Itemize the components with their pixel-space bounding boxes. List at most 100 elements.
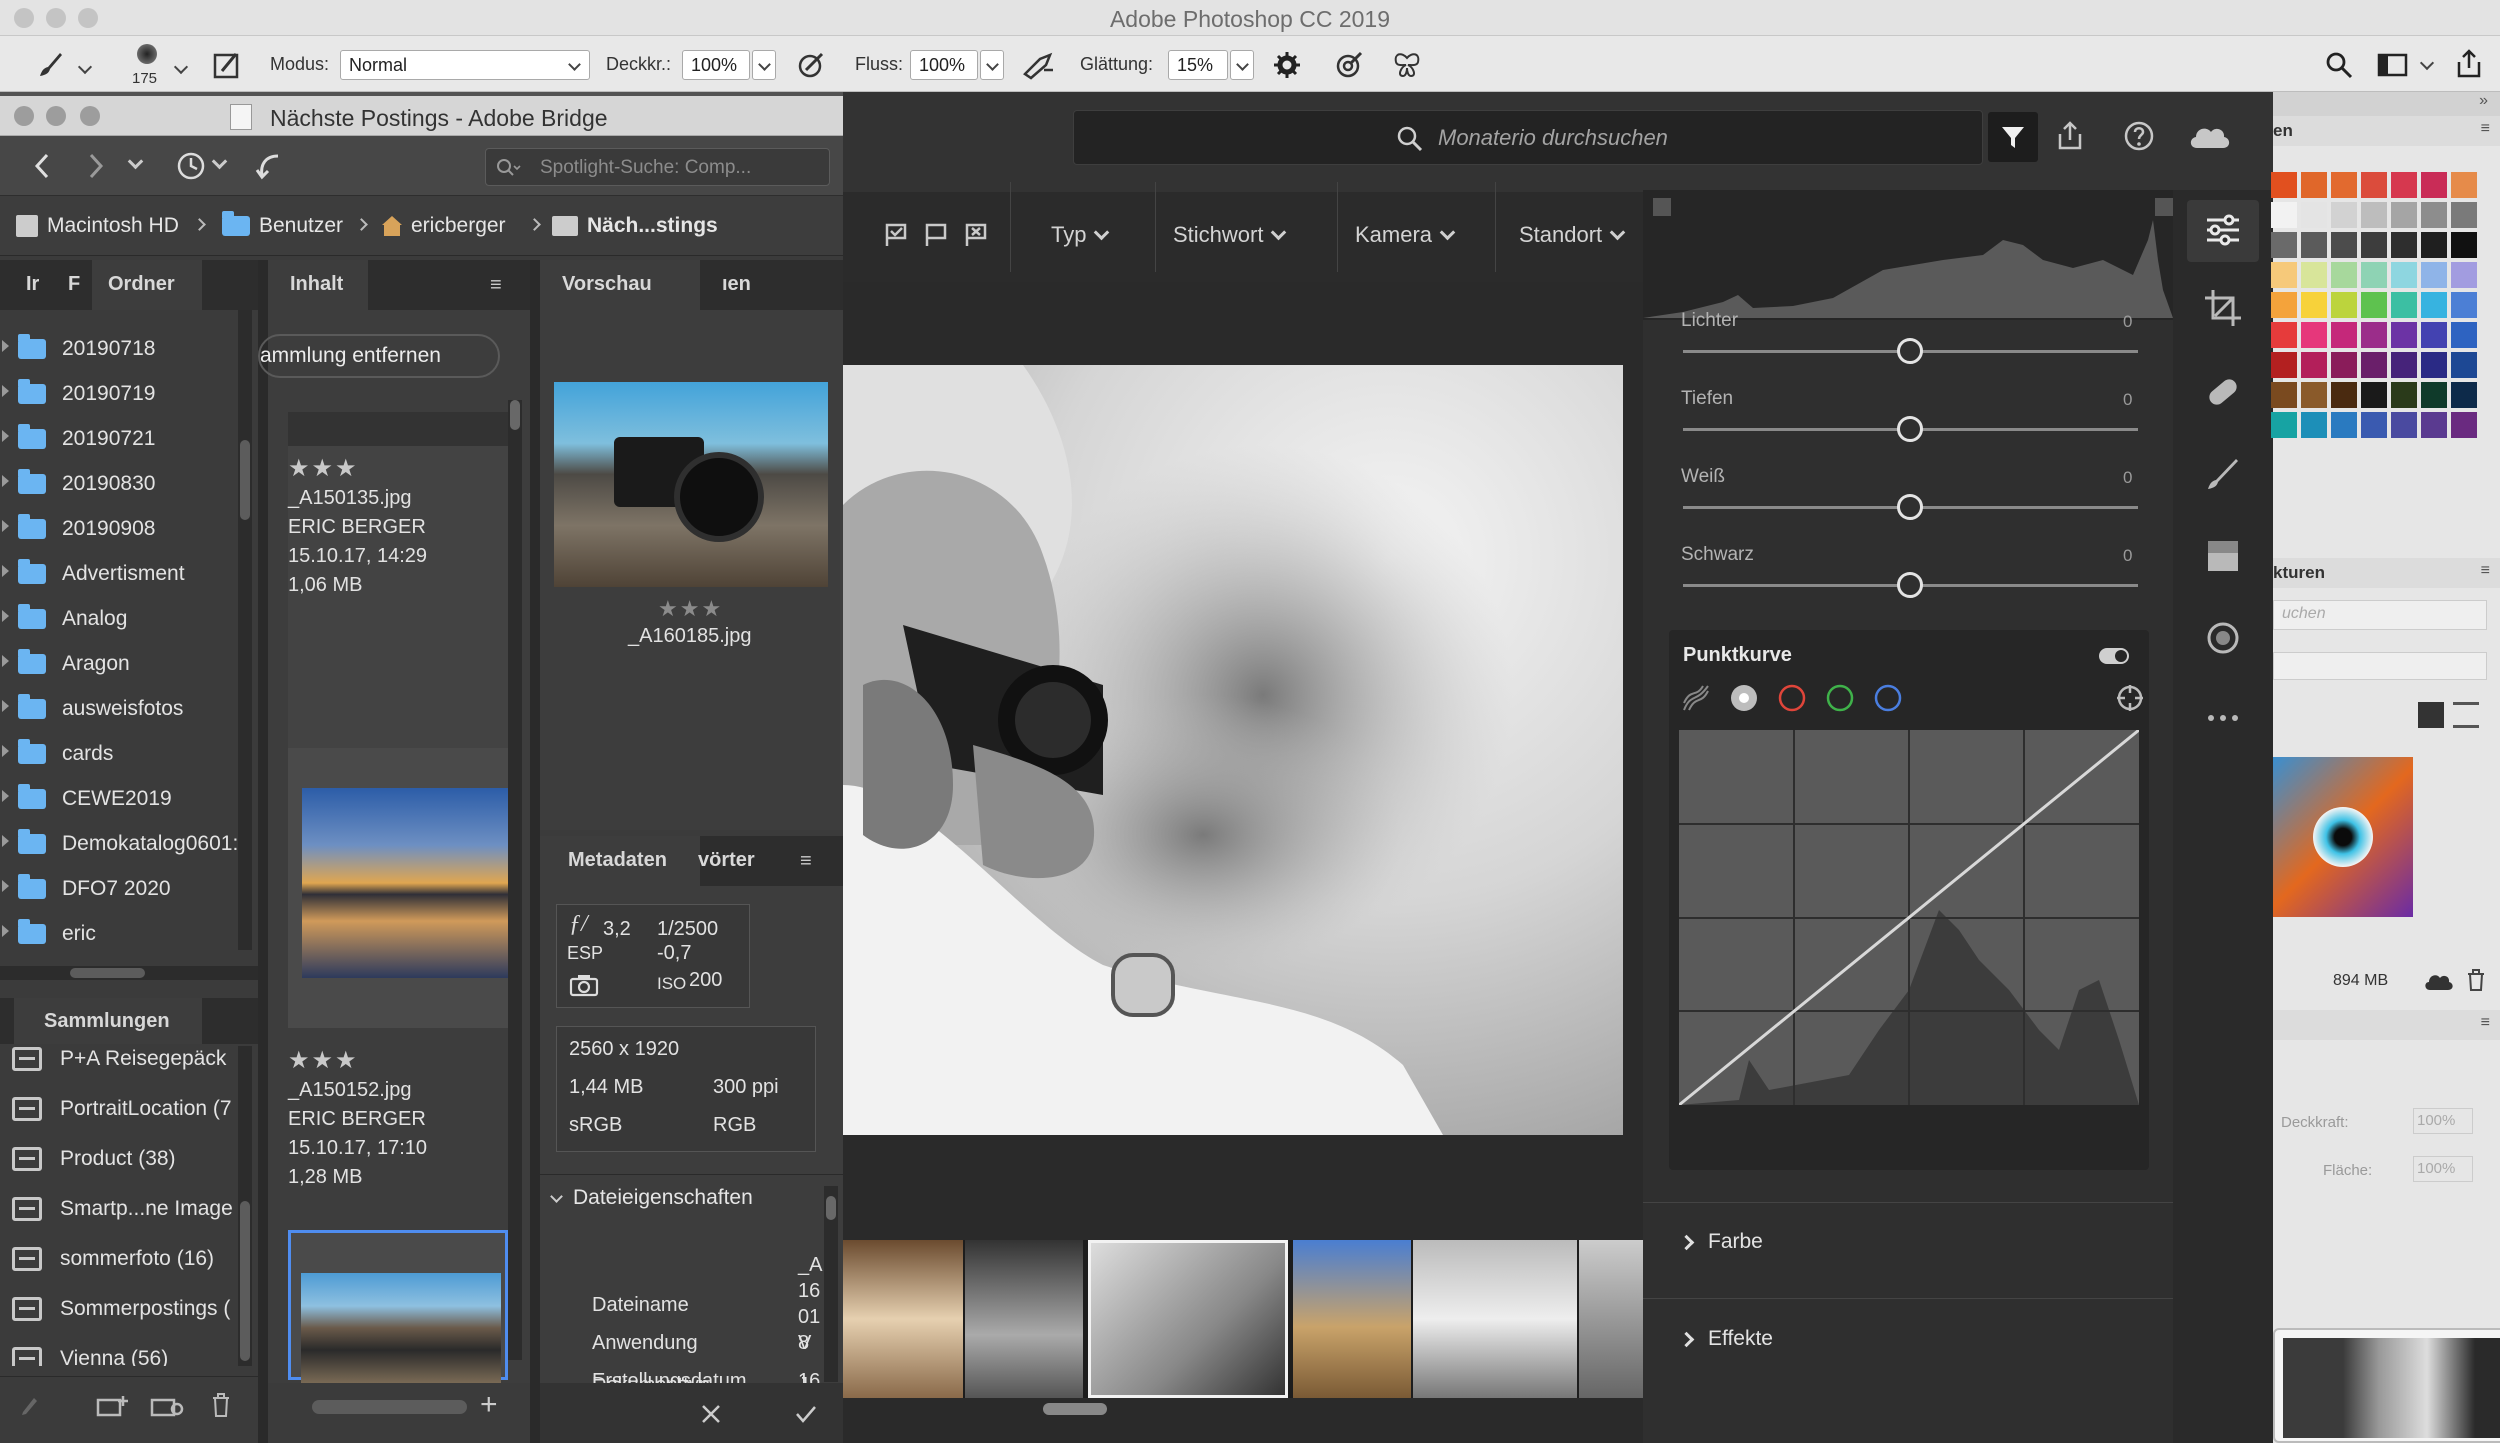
symmetry-butterfly-icon[interactable] bbox=[1392, 50, 1422, 80]
color-swatch[interactable] bbox=[2331, 202, 2357, 228]
back-arrow-icon[interactable] bbox=[32, 152, 52, 180]
color-swatch[interactable] bbox=[2451, 352, 2477, 378]
color-swatch[interactable] bbox=[2301, 322, 2327, 348]
folder-item[interactable]: 20190718 bbox=[0, 326, 240, 371]
disclosure-triangle-icon[interactable] bbox=[2, 880, 9, 892]
color-swatch[interactable] bbox=[2451, 232, 2477, 258]
disclosure-triangle-icon[interactable] bbox=[2, 700, 9, 712]
color-swatch[interactable] bbox=[2331, 382, 2357, 408]
thumbnail-size-slider[interactable] bbox=[312, 1400, 467, 1414]
tab-collections[interactable]: Sammlungen bbox=[14, 998, 202, 1044]
history-clock-icon[interactable] bbox=[174, 150, 208, 182]
chevron-down-icon[interactable] bbox=[211, 153, 228, 170]
edit-sliders-icon[interactable] bbox=[2203, 210, 2243, 250]
disclosure-triangle-icon[interactable] bbox=[2, 340, 9, 352]
color-swatch[interactable] bbox=[2301, 232, 2327, 258]
metadata-scrollbar[interactable] bbox=[824, 1186, 838, 1382]
color-swatch[interactable] bbox=[2361, 382, 2387, 408]
preview-image[interactable] bbox=[554, 382, 828, 587]
curve-blue-channel-icon[interactable] bbox=[1873, 683, 1903, 713]
color-swatch[interactable] bbox=[2361, 292, 2387, 318]
forward-arrow-icon[interactable] bbox=[86, 152, 106, 180]
slider-shadows-knob[interactable] bbox=[1897, 416, 1923, 442]
content-item-selected[interactable] bbox=[288, 1230, 508, 1383]
folder-item[interactable]: 20190908 bbox=[0, 506, 240, 551]
disclosure-triangle-icon[interactable] bbox=[2, 520, 9, 532]
trash-icon[interactable] bbox=[210, 1392, 232, 1418]
crop-icon[interactable] bbox=[2203, 288, 2243, 328]
disclosure-triangle-icon[interactable] bbox=[2, 745, 9, 757]
chevron-down-icon[interactable] bbox=[127, 153, 144, 170]
trash-icon[interactable] bbox=[2465, 968, 2487, 992]
preview-rating-stars[interactable]: ★★★ bbox=[658, 596, 723, 622]
panel-menu-icon[interactable]: ≡ bbox=[2481, 562, 2490, 580]
tab-favorites[interactable]: Ir bbox=[14, 260, 44, 310]
folder-item[interactable]: Demokatalog0601: bbox=[0, 821, 240, 866]
cancel-icon[interactable] bbox=[700, 1403, 722, 1425]
collection-item[interactable]: Vienna (56) bbox=[0, 1334, 240, 1366]
add-icon[interactable]: + bbox=[480, 1390, 498, 1420]
pressure-size-icon[interactable] bbox=[1334, 50, 1364, 80]
tab-folders[interactable]: Ordner bbox=[92, 260, 202, 310]
filter-camera-dropdown[interactable]: Kamera bbox=[1355, 222, 1456, 248]
color-swatch[interactable] bbox=[2451, 382, 2477, 408]
new-collection-settings-icon[interactable] bbox=[150, 1394, 184, 1418]
color-swatch[interactable] bbox=[2301, 262, 2327, 288]
color-swatch[interactable] bbox=[2421, 382, 2447, 408]
rating-stars[interactable]: ★★★ bbox=[288, 454, 359, 483]
color-swatch[interactable] bbox=[2451, 262, 2477, 288]
content-item-thumb-card[interactable] bbox=[288, 748, 508, 1028]
search-icon[interactable] bbox=[2324, 50, 2354, 80]
tool-preset-chevron-icon[interactable] bbox=[77, 59, 93, 75]
color-swatch[interactable] bbox=[2331, 172, 2357, 198]
color-swatch[interactable] bbox=[2271, 412, 2297, 438]
color-swatch[interactable] bbox=[2361, 352, 2387, 378]
textures-tab[interactable]: kturen bbox=[2273, 563, 2325, 583]
filter-type-dropdown[interactable]: Typ bbox=[1051, 222, 1110, 248]
color-swatch[interactable] bbox=[2451, 202, 2477, 228]
folder-item[interactable]: Analog bbox=[0, 596, 240, 641]
folder-hscrollbar[interactable] bbox=[0, 966, 258, 980]
layer-fill-input[interactable]: 100% bbox=[2413, 1156, 2473, 1182]
color-swatch[interactable] bbox=[2271, 382, 2297, 408]
section-effects[interactable]: Effekte bbox=[1678, 1327, 1773, 1351]
file-properties-header[interactable]: Dateieigenschaften bbox=[550, 1186, 753, 1210]
color-swatch[interactable] bbox=[2331, 412, 2357, 438]
color-swatch[interactable] bbox=[2421, 202, 2447, 228]
radial-gradient-icon[interactable] bbox=[2203, 618, 2243, 658]
color-swatch[interactable] bbox=[2361, 232, 2387, 258]
color-swatch[interactable] bbox=[2361, 202, 2387, 228]
folder-item[interactable]: 20190719 bbox=[0, 371, 240, 416]
shadow-clipping-icon[interactable] bbox=[1653, 198, 1671, 216]
curve-rgb-channel-icon[interactable] bbox=[1729, 683, 1759, 713]
swatches-tab[interactable]: en bbox=[2273, 121, 2293, 141]
color-swatch[interactable] bbox=[2391, 322, 2417, 348]
color-swatch[interactable] bbox=[2361, 322, 2387, 348]
apply-check-icon[interactable] bbox=[794, 1403, 818, 1425]
color-swatch[interactable] bbox=[2301, 172, 2327, 198]
folder-item[interactable]: 20190721 bbox=[0, 416, 240, 461]
tab-preview[interactable]: Vorschau bbox=[540, 260, 700, 310]
collection-item[interactable]: sommerfoto (16) bbox=[0, 1234, 240, 1284]
disclosure-triangle-icon[interactable] bbox=[2, 565, 9, 577]
color-swatch[interactable] bbox=[2421, 262, 2447, 288]
color-swatch[interactable] bbox=[2451, 292, 2477, 318]
zoom-window-button[interactable] bbox=[80, 106, 100, 126]
linear-gradient-icon[interactable] bbox=[2203, 536, 2243, 576]
target-adjust-icon[interactable] bbox=[2115, 683, 2145, 713]
color-swatch[interactable] bbox=[2391, 412, 2417, 438]
color-swatch[interactable] bbox=[2421, 322, 2447, 348]
remove-from-collection-button[interactable]: ammlung entfernen bbox=[258, 334, 500, 378]
disclosure-triangle-icon[interactable] bbox=[2, 610, 9, 622]
color-swatch[interactable] bbox=[2391, 232, 2417, 258]
filmstrip-thumb[interactable] bbox=[1413, 1240, 1577, 1398]
panel-menu-icon[interactable]: ≡ bbox=[800, 850, 812, 873]
textures-filter-select[interactable] bbox=[2273, 652, 2487, 680]
smoothing-gear-icon[interactable] bbox=[1272, 50, 1302, 80]
color-swatch[interactable] bbox=[2421, 292, 2447, 318]
rating-stars[interactable]: ★★★ bbox=[288, 1046, 359, 1075]
content-scrollbar[interactable] bbox=[508, 400, 522, 1360]
new-smart-collection-icon[interactable] bbox=[96, 1394, 130, 1418]
content-item[interactable]: ★★★ _A150135.jpg ERIC BERGER 15.10.17, 1… bbox=[288, 446, 508, 796]
share-icon[interactable] bbox=[2055, 120, 2085, 152]
